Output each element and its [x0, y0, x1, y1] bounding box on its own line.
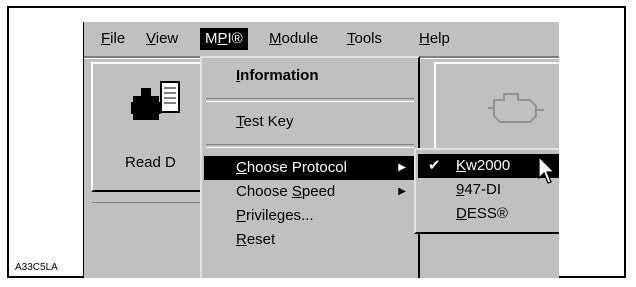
module-icon: [131, 81, 180, 120]
menu-file[interactable]: File: [96, 28, 130, 50]
read-data-label: Read D: [125, 154, 176, 171]
check-icon: ✔: [428, 157, 441, 174]
mpi-dropdown-menu: Information Test Key Choose Protocol ▶ C…: [200, 56, 420, 278]
menu-mpi[interactable]: MPI®: [200, 28, 248, 50]
mouse-pointer-icon: [538, 156, 556, 184]
menu-module[interactable]: Module: [264, 28, 323, 50]
menu-help[interactable]: Help: [414, 28, 455, 50]
submenu-arrow-icon: ▶: [398, 162, 406, 173]
menu-item-choose-speed[interactable]: Choose Speed ▶: [204, 180, 416, 204]
menu-item-privileges[interactable]: Privileges...: [204, 204, 416, 228]
menu-tools[interactable]: Tools: [342, 28, 387, 50]
menu-separator: [206, 144, 414, 148]
menu-item-test-key[interactable]: Test Key: [204, 110, 416, 134]
figure-code: A33C5LA: [15, 262, 58, 273]
app-window: File View MPI® Module Tools Help Read D: [83, 22, 559, 278]
menu-item-choose-protocol[interactable]: Choose Protocol ▶: [204, 156, 416, 180]
menu-separator: [206, 98, 414, 102]
submenu-arrow-icon: ▶: [398, 186, 406, 197]
menu-item-reset[interactable]: Reset: [204, 228, 416, 252]
menu-bar: File View MPI® Module Tools Help: [84, 22, 559, 56]
engine-icon: [488, 93, 544, 123]
protocol-dess[interactable]: DESS®: [418, 202, 559, 226]
read-data-button[interactable]: Read D: [91, 62, 203, 192]
menu-item-information[interactable]: Information: [204, 64, 416, 88]
menu-view[interactable]: View: [141, 28, 183, 50]
